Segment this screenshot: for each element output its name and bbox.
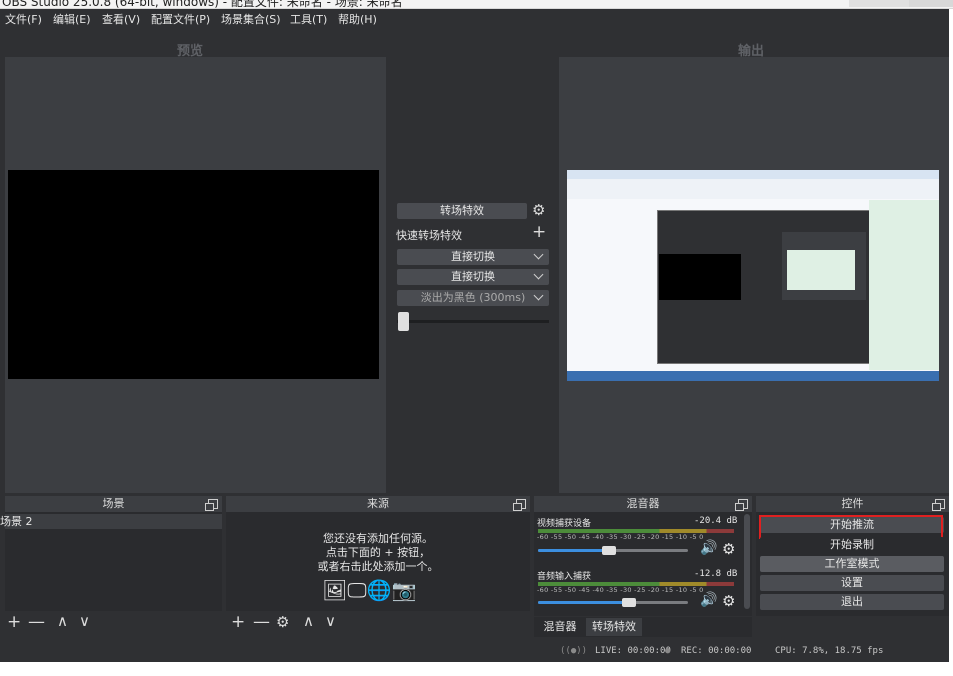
mixer-tabs: 混音器 转场特效 (534, 617, 752, 637)
quick-transition-cut-1[interactable]: 直接切换 (397, 249, 549, 265)
program-pane[interactable] (559, 57, 949, 493)
move-down-icon[interactable]: ∨ (79, 612, 90, 630)
studio-mode-button[interactable]: 工作室模式 (760, 556, 944, 572)
volume-slider[interactable] (538, 546, 688, 555)
volume-slider[interactable] (538, 598, 688, 607)
camera-icon: 📷 (391, 578, 417, 602)
tbar-slider-handle[interactable] (398, 312, 409, 331)
remove-scene-icon[interactable]: — (28, 612, 45, 632)
window-controls[interactable] (849, 0, 909, 7)
controls-dock: 控件 开始推流 开始录制 工作室模式 设置 退出 (756, 496, 949, 616)
program-canvas (567, 170, 939, 381)
undock-icon[interactable] (513, 499, 526, 511)
sources-toolbar: + — ⚙ ∧ ∨ (226, 611, 530, 635)
controls-header: 控件 (756, 496, 949, 512)
undock-icon[interactable] (205, 499, 218, 511)
sources-empty-message: 您还没有添加任何源。 点击下面的 + 按钮， 或者右击此处添加一个。 (317, 532, 439, 573)
image-icon: 🖼 (322, 578, 348, 602)
quick-transition-fade[interactable]: 淡出为黑色 (300ms) (397, 290, 549, 306)
gear-icon[interactable]: ⚙ (722, 540, 735, 558)
menu-tools[interactable]: 工具(T) (290, 11, 327, 27)
scenes-dock: 场景 场景 2 + — ∧ ∨ (0, 496, 222, 635)
source-type-icons: 🖼🖵🌐📷 (322, 578, 416, 602)
tbar-slider-track[interactable] (397, 320, 549, 323)
rec-time: REC: 00:00:00 (681, 646, 752, 656)
scene-item[interactable]: 场景 2 (0, 514, 222, 529)
exit-button[interactable]: 退出 (760, 594, 944, 610)
menu-edit[interactable]: 编辑(E) (53, 11, 91, 27)
close-icon[interactable] (909, 0, 953, 7)
menu-help[interactable]: 帮助(H) (338, 11, 377, 27)
quick-transitions-label: 快速转场特效 (396, 229, 462, 242)
add-source-icon[interactable]: + (231, 612, 245, 632)
add-quick-transition-icon[interactable]: + (532, 222, 546, 242)
scenes-toolbar: + — ∧ ∨ (5, 611, 222, 635)
source-properties-icon[interactable]: ⚙ (276, 613, 289, 631)
mixer-channel-db: -12.8 dB (694, 569, 738, 579)
mixer-scrollbar[interactable] (744, 514, 750, 609)
live-indicator-icon: ((●)) (560, 646, 588, 656)
mixer-header: 混音器 (534, 496, 752, 512)
monitor-icon: 🖵 (347, 578, 367, 602)
meter-scale: -60 -55 -50 -45 -40 -35 -30 -25 -20 -15 … (537, 533, 704, 541)
speaker-icon[interactable]: 🔊 (700, 540, 717, 556)
menu-file[interactable]: 文件(F) (5, 11, 42, 27)
scenes-header: 场景 (5, 496, 222, 512)
menu-scene-collection[interactable]: 场景集合(S) (221, 11, 281, 27)
highlight-box (759, 515, 943, 539)
globe-icon: 🌐 (366, 578, 392, 602)
obs-main-window: 文件(F) 编辑(E) 查看(V) 配置文件(P) 场景集合(S) 工具(T) … (0, 9, 949, 662)
preview-canvas (8, 170, 379, 379)
window-titlebar: OBS Studio 25.0.8 (64-bit, windows) - 配置… (0, 0, 953, 9)
remove-source-icon[interactable]: — (253, 612, 270, 632)
tab-mixer[interactable]: 混音器 (538, 618, 582, 636)
start-recording-button[interactable]: 开始录制 (760, 537, 944, 553)
move-up-icon[interactable]: ∧ (57, 612, 68, 630)
add-scene-icon[interactable]: + (7, 612, 21, 632)
live-time: LIVE: 00:00:00 (595, 646, 671, 656)
mixer-dock: 混音器 视频捕获设备 -20.4 dB -60 -55 -50 -45 -40 … (534, 496, 752, 616)
rec-indicator-icon: ● (665, 646, 671, 656)
sources-header: 来源 (226, 496, 530, 512)
undock-icon[interactable] (735, 499, 748, 511)
cpu-fps: CPU: 7.8%, 18.75 fps (775, 646, 884, 656)
mixer-channel-name: 视频捕获设备 (537, 519, 592, 529)
settings-button[interactable]: 设置 (760, 575, 944, 591)
menu-view[interactable]: 查看(V) (102, 11, 140, 27)
status-bar: ((●)) LIVE: 00:00:00 ● REC: 00:00:00 CPU… (0, 640, 949, 662)
preview-pane[interactable] (5, 57, 386, 493)
undock-icon[interactable] (932, 499, 945, 511)
move-up-icon[interactable]: ∧ (303, 612, 314, 630)
mixer-channel-db: -20.4 dB (694, 516, 738, 526)
sources-dock: 来源 您还没有添加任何源。 点击下面的 + 按钮， 或者右击此处添加一个。 🖼🖵… (226, 496, 530, 635)
speaker-icon[interactable]: 🔊 (700, 592, 717, 608)
menu-profile[interactable]: 配置文件(P) (151, 11, 210, 27)
move-down-icon[interactable]: ∨ (325, 612, 336, 630)
quick-transition-cut-2[interactable]: 直接切换 (397, 269, 549, 285)
window-title: OBS Studio 25.0.8 (64-bit, windows) - 配置… (2, 0, 403, 9)
gear-icon[interactable]: ⚙ (722, 592, 735, 610)
mixer-channel-name: 音频输入捕获 (537, 572, 592, 582)
tab-transitions[interactable]: 转场特效 (586, 618, 642, 636)
meter-scale: -60 -55 -50 -45 -40 -35 -30 -25 -20 -15 … (537, 586, 704, 594)
menu-bar: 文件(F) 编辑(E) 查看(V) 配置文件(P) 场景集合(S) 工具(T) … (0, 9, 949, 27)
transition-button[interactable]: 转场特效 (397, 203, 527, 219)
gear-icon[interactable]: ⚙ (532, 201, 545, 219)
